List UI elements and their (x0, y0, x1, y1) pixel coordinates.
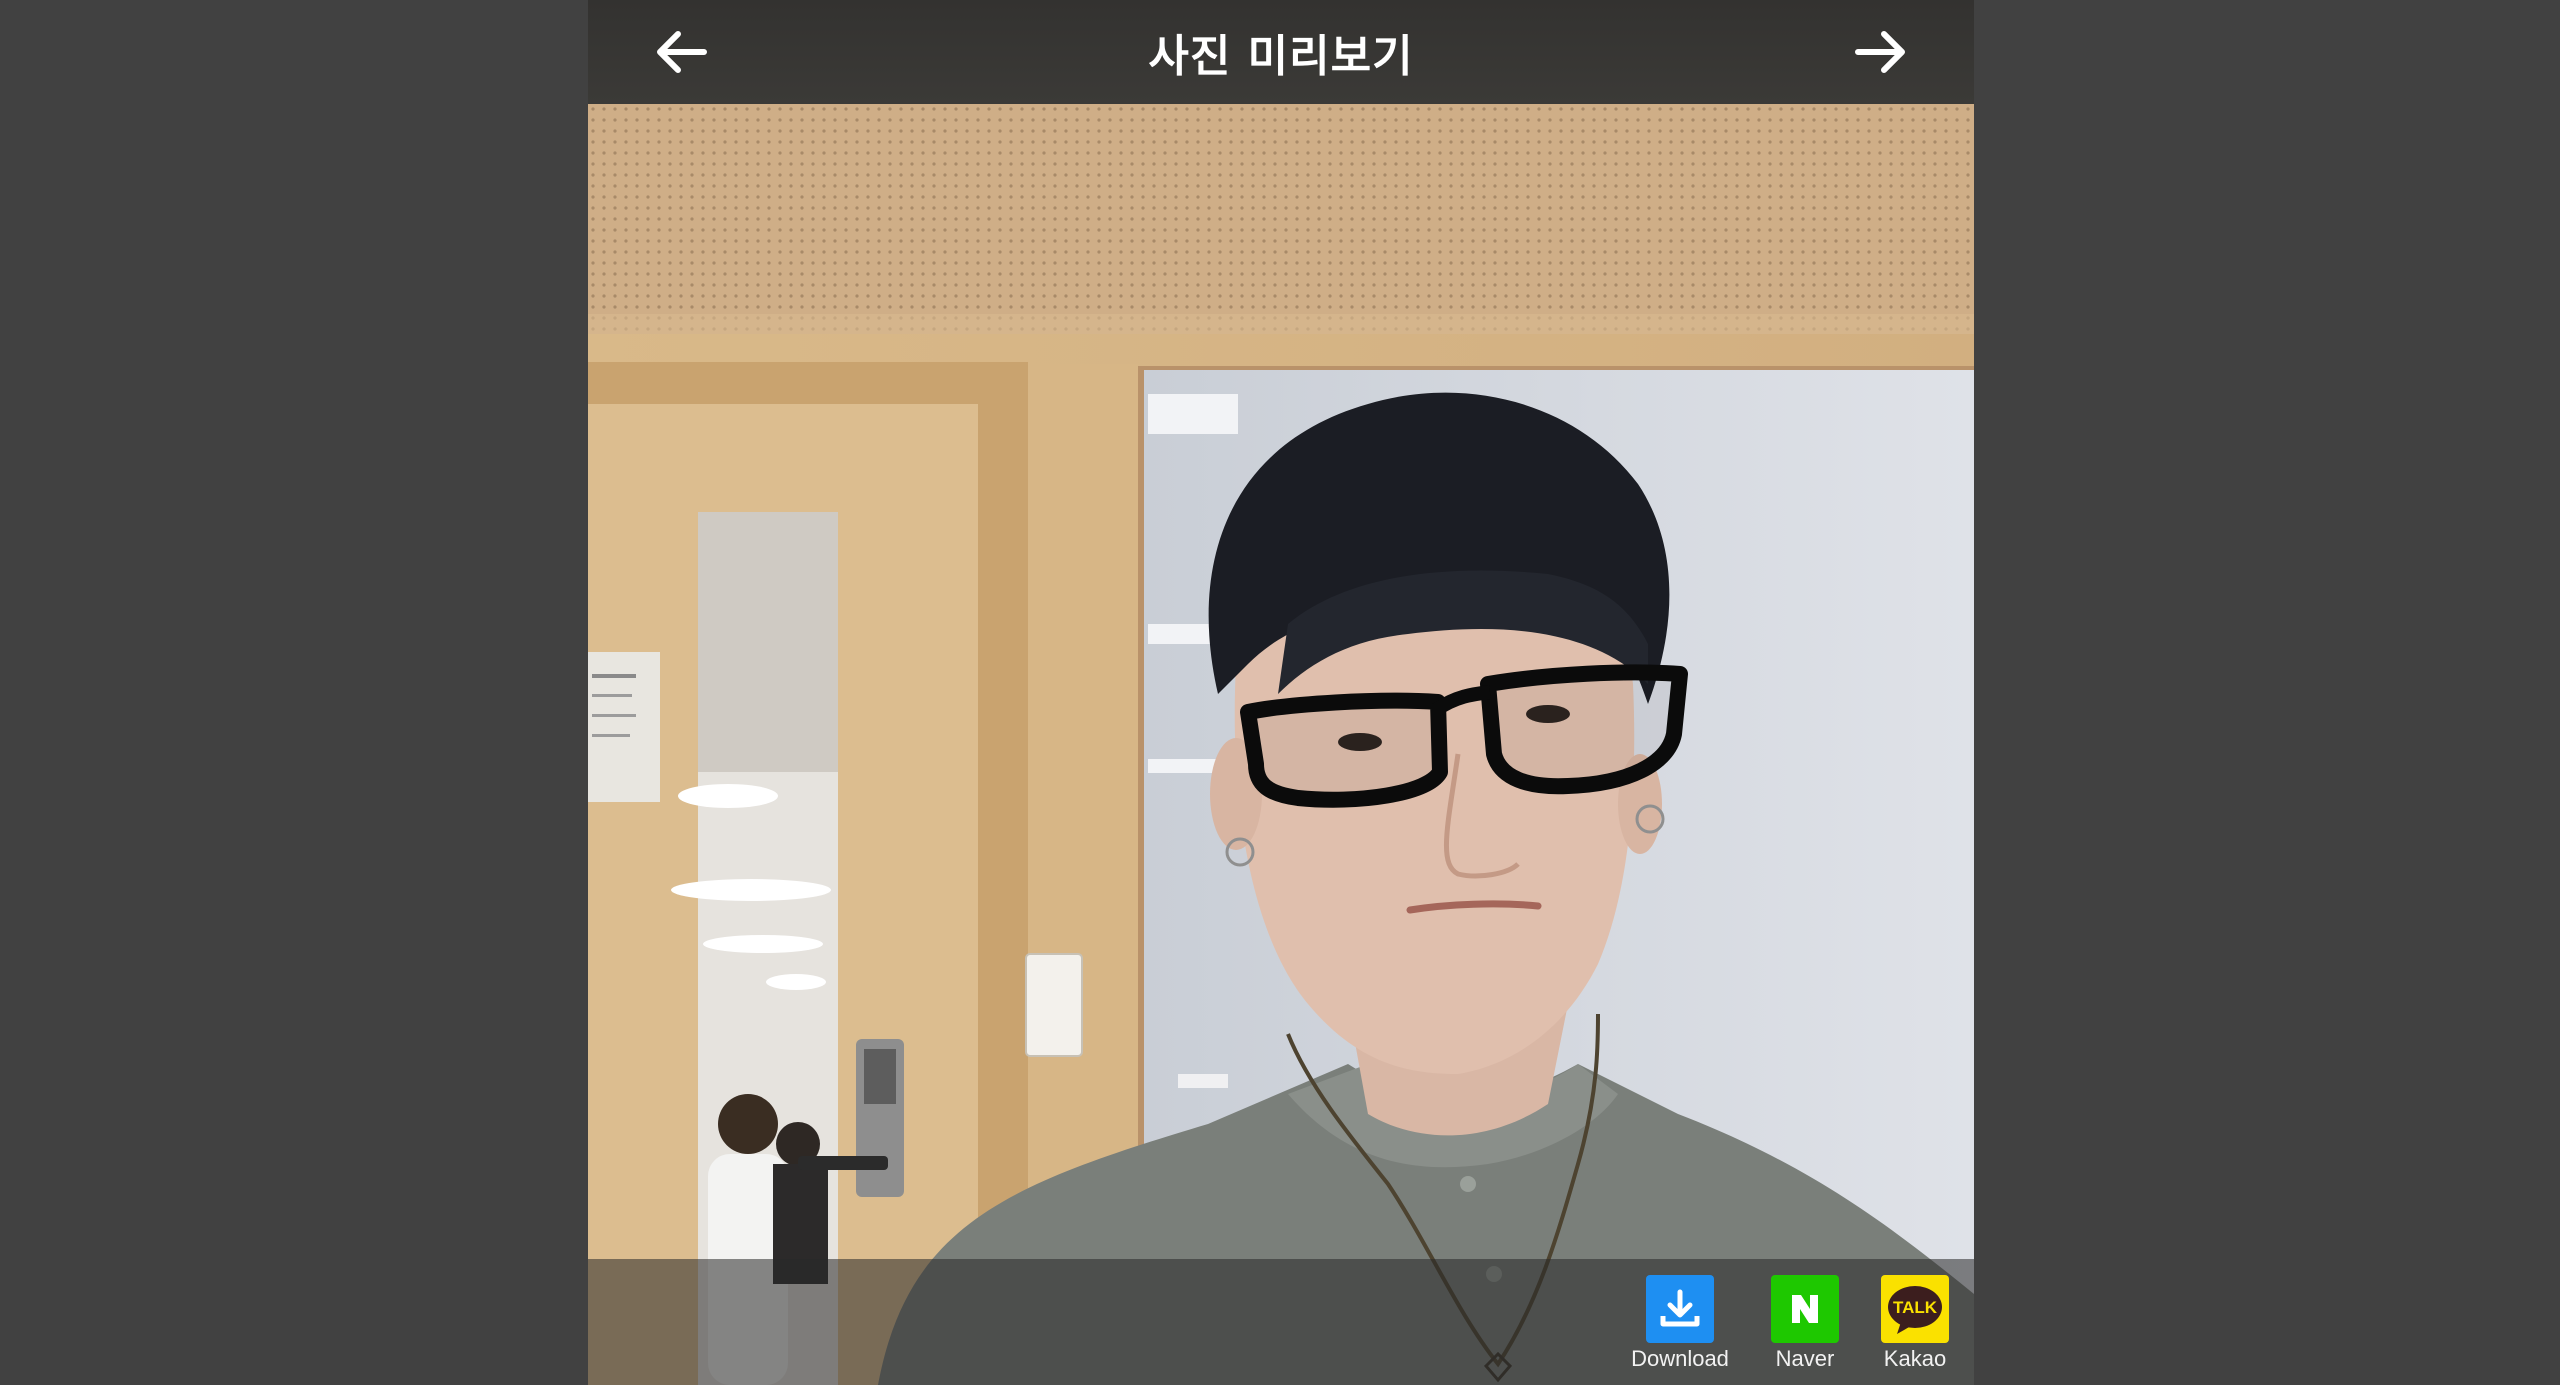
kakaotalk-icon: TALK (1881, 1275, 1949, 1343)
back-button[interactable] (648, 22, 712, 82)
naver-share-button[interactable]: Naver (1750, 1275, 1860, 1372)
naver-label: Naver (1775, 1346, 1835, 1371)
download-button[interactable]: Download (1625, 1275, 1735, 1372)
naver-icon (1771, 1275, 1839, 1343)
page-title: 사진 미리보기 (1148, 31, 1414, 82)
arrow-right-icon (1855, 31, 1905, 73)
download-icon (1646, 1275, 1714, 1343)
kakao-label: Kakao (1883, 1346, 1947, 1371)
photo-image (588, 104, 1974, 1385)
header-bar: 사진 미리보기 (588, 0, 1974, 104)
photo-preview (588, 104, 1974, 1385)
arrow-left-icon (657, 31, 707, 73)
kakao-share-button[interactable]: TALK Kakao (1860, 1275, 1970, 1372)
kakaotalk-icon-text: TALK (1893, 1298, 1938, 1317)
light-switch (1025, 953, 1083, 1057)
download-label: Download (1631, 1346, 1729, 1371)
next-button[interactable] (1850, 22, 1914, 82)
share-bar: Download Naver TALK Kakao (588, 1259, 1974, 1385)
photo-preview-app: 사진 미리보기 Download Naver TALK Kakao (588, 0, 1974, 1385)
